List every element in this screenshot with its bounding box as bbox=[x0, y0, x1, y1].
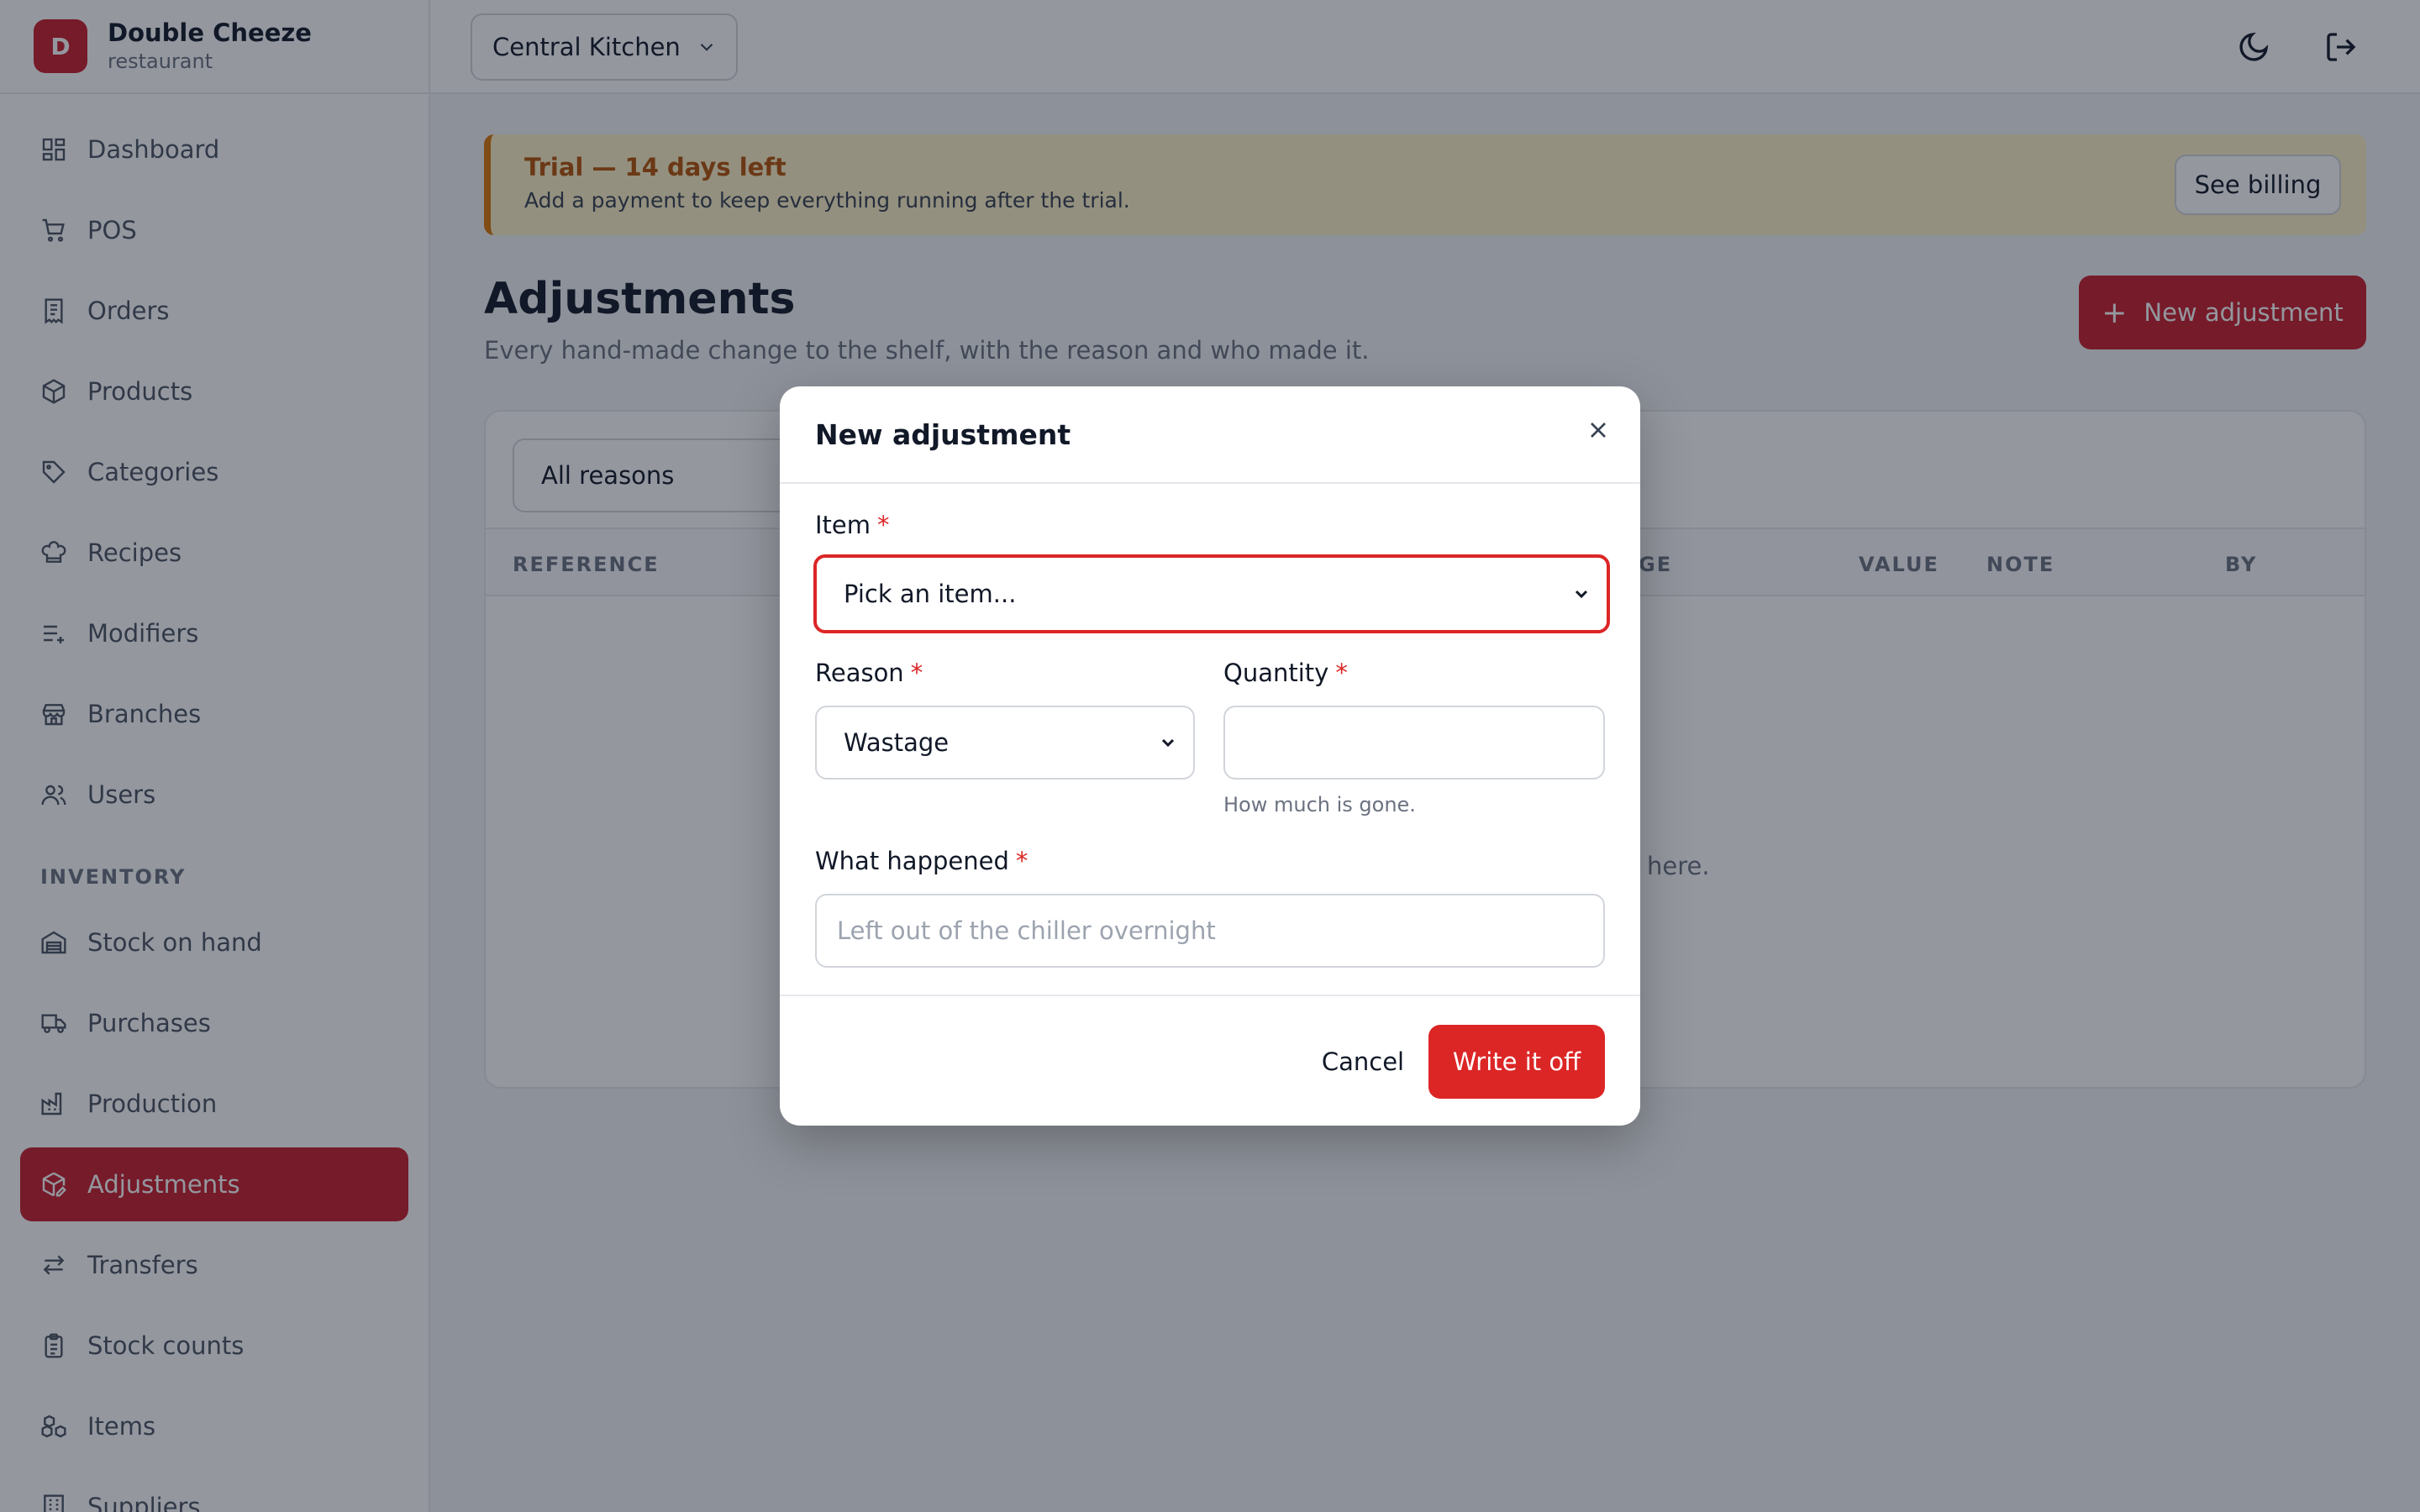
reason-label-text: Reason bbox=[815, 659, 904, 687]
quantity-label: Quantity * bbox=[1223, 659, 1348, 687]
what-happened-input[interactable]: Left out of the chiller overnight bbox=[815, 894, 1605, 968]
quantity-input[interactable] bbox=[1223, 706, 1605, 780]
what-happened-placeholder: Left out of the chiller overnight bbox=[837, 916, 1216, 945]
modal-footer: Cancel Write it off bbox=[780, 995, 1640, 1126]
modal-title: New adjustment bbox=[815, 418, 1071, 451]
reason-select-value: Wastage bbox=[844, 728, 950, 757]
what-happened-label-text: What happened bbox=[815, 847, 1009, 875]
close-icon[interactable] bbox=[1585, 417, 1612, 444]
item-label-text: Item bbox=[815, 511, 871, 539]
required-mark: * bbox=[910, 659, 923, 687]
required-mark: * bbox=[877, 511, 890, 539]
reason-select[interactable]: Wastage bbox=[815, 706, 1195, 780]
quantity-label-text: Quantity bbox=[1223, 659, 1329, 687]
item-select[interactable]: Pick an item... bbox=[813, 554, 1610, 633]
required-mark: * bbox=[1335, 659, 1348, 687]
cancel-button[interactable]: Cancel bbox=[1289, 1025, 1437, 1099]
required-mark: * bbox=[1015, 847, 1028, 875]
what-happened-label: What happened * bbox=[815, 847, 1028, 875]
quantity-hint: How much is gone. bbox=[1223, 793, 1416, 816]
new-adjustment-modal: New adjustment Item * Pick an item... Rea… bbox=[780, 386, 1640, 1126]
item-select-placeholder: Pick an item... bbox=[844, 580, 1017, 608]
chevron-down-icon bbox=[1161, 738, 1175, 748]
modal-header: New adjustment bbox=[780, 386, 1640, 484]
reason-label: Reason * bbox=[815, 659, 923, 687]
chevron-down-icon bbox=[1575, 590, 1588, 599]
item-label: Item * bbox=[815, 511, 890, 539]
write-it-off-button[interactable]: Write it off bbox=[1428, 1025, 1605, 1099]
